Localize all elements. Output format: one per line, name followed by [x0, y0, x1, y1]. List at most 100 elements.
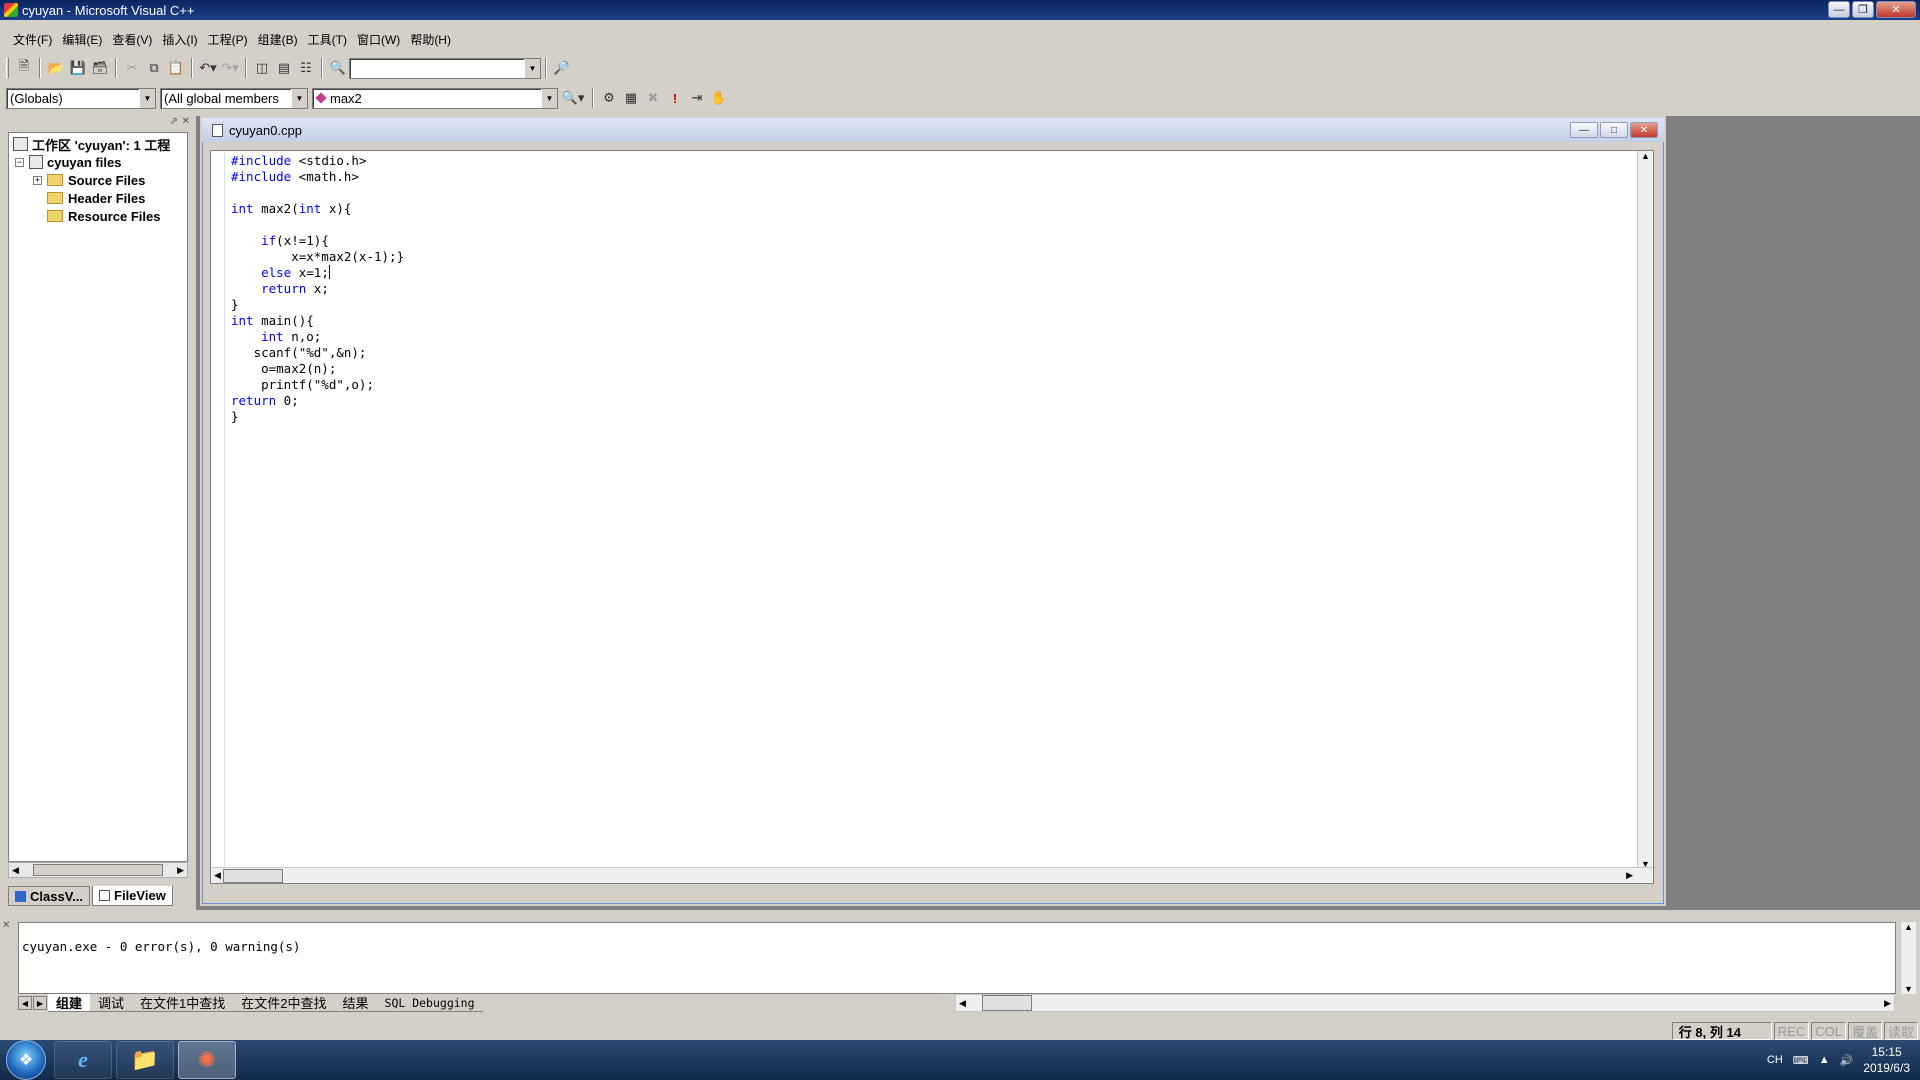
binoculars-icon[interactable]: 🔎: [551, 57, 573, 79]
chevron-down-icon[interactable]: ▼: [524, 58, 540, 78]
volume-icon[interactable]: 🔊: [1840, 1054, 1854, 1067]
expand-icon[interactable]: +: [33, 175, 42, 185]
menu-tools[interactable]: 工具(T): [303, 29, 352, 50]
editor-horizontal-scrollbar[interactable]: ◀ ▶: [211, 867, 1653, 883]
tree-folder-resource[interactable]: Resource Files: [47, 207, 161, 225]
chevron-down-icon[interactable]: ▼: [291, 88, 307, 108]
code-line[interactable]: if(x!=1){: [231, 233, 404, 249]
menu-insert[interactable]: 插入(I): [157, 29, 202, 50]
window-list-icon[interactable]: ☷: [295, 57, 317, 79]
tab-build[interactable]: 组建: [48, 994, 91, 1012]
minimize-button[interactable]: —: [1828, 1, 1850, 18]
output-vertical-scrollbar[interactable]: ▲ ▼: [1900, 922, 1916, 994]
chevron-down-icon[interactable]: ▼: [139, 88, 155, 108]
scroll-up-icon[interactable]: ▲: [1904, 922, 1913, 932]
code-line[interactable]: return x;: [231, 281, 404, 297]
save-icon[interactable]: 💾: [67, 57, 89, 79]
clock[interactable]: 15:15 2019/6/3: [1863, 1044, 1910, 1076]
code-editor[interactable]: #include <stdio.h> #include <math.h> int …: [210, 150, 1654, 884]
scroll-thumb[interactable]: [33, 864, 163, 876]
filter-combobox[interactable]: (All global members ▼: [160, 87, 308, 109]
code-line[interactable]: else x=1;: [231, 265, 404, 281]
member-combobox[interactable]: max2 ▼: [312, 87, 558, 109]
menu-edit[interactable]: 编辑(E): [57, 29, 107, 50]
scroll-right-icon[interactable]: ▶: [177, 865, 184, 876]
code-line[interactable]: int max2(int x){: [231, 201, 404, 217]
scroll-left-icon[interactable]: ◀: [959, 998, 966, 1009]
tree-project[interactable]: − cyuyan files: [15, 153, 121, 171]
menu-build[interactable]: 组建(B): [253, 29, 303, 50]
scroll-left-icon[interactable]: ◀: [12, 865, 19, 876]
menu-window[interactable]: 窗口(W): [352, 29, 405, 50]
file-explorer-icon[interactable]: 📁: [116, 1041, 174, 1079]
tray-expand-icon[interactable]: ▲: [1819, 1054, 1830, 1066]
tab-sql-debugging[interactable]: SQL Debugging: [376, 994, 483, 1012]
tab-scroll-left-icon[interactable]: ◀: [18, 996, 32, 1010]
code-area[interactable]: #include <stdio.h> #include <math.h> int …: [231, 153, 404, 425]
scroll-right-icon[interactable]: ▶: [1884, 998, 1891, 1009]
workspace-window-icon[interactable]: ◫: [251, 57, 273, 79]
redo-icon[interactable]: ↷▾: [219, 57, 241, 79]
tab-fileview[interactable]: FileView: [92, 886, 173, 906]
tree-folder-source[interactable]: + Source Files: [33, 171, 145, 189]
new-file-icon[interactable]: 🗎: [13, 57, 35, 79]
toolbar-grip[interactable]: [6, 58, 9, 78]
collapse-icon[interactable]: −: [15, 157, 24, 167]
code-line[interactable]: }: [231, 409, 404, 425]
find-combobox[interactable]: ▼: [349, 57, 541, 79]
maximize-button[interactable]: □: [1600, 122, 1628, 138]
code-line[interactable]: printf("%d",o);: [231, 377, 404, 393]
tab-results[interactable]: 结果: [334, 994, 377, 1012]
code-line[interactable]: [231, 185, 404, 201]
open-folder-icon[interactable]: 📂: [45, 57, 67, 79]
scroll-up-icon[interactable]: ▲: [1641, 151, 1650, 161]
dock-icon[interactable]: ⇗: [170, 116, 178, 127]
close-button[interactable]: ✕: [1876, 1, 1916, 18]
copy-icon[interactable]: ⧉: [143, 57, 165, 79]
scroll-thumb[interactable]: [981, 995, 1032, 1011]
code-line[interactable]: scanf("%d",&n);: [231, 345, 404, 361]
tab-debug[interactable]: 调试: [90, 994, 133, 1012]
tab-classview[interactable]: ClassV...: [8, 886, 91, 906]
code-line[interactable]: #include <stdio.h>: [231, 153, 404, 169]
minimize-button[interactable]: —: [1570, 122, 1598, 138]
go-icon[interactable]: ⇥: [686, 87, 708, 109]
menu-help[interactable]: 帮助(H): [405, 29, 456, 50]
menu-project[interactable]: 工程(P): [203, 29, 253, 50]
code-line[interactable]: int main(){: [231, 313, 404, 329]
code-line[interactable]: [231, 217, 404, 233]
editor-gutter[interactable]: [211, 151, 225, 883]
tab-find-in-files-2[interactable]: 在文件2中查找: [233, 994, 335, 1012]
build-icon[interactable]: ▦: [620, 87, 642, 109]
keyboard-icon[interactable]: ⌨: [1793, 1054, 1809, 1067]
code-line[interactable]: o=max2(n);: [231, 361, 404, 377]
visual-cpp-taskbar-icon[interactable]: ✺: [178, 1041, 236, 1079]
code-line[interactable]: x=x*max2(x-1);}: [231, 249, 404, 265]
close-icon[interactable]: ✕: [182, 116, 190, 127]
code-line[interactable]: int n,o;: [231, 329, 404, 345]
wizard-action-icon[interactable]: 🔍▾: [558, 87, 588, 109]
tab-scroll-right-icon[interactable]: ▶: [33, 996, 47, 1010]
editor-vertical-scrollbar[interactable]: ▲ ▼: [1637, 151, 1653, 869]
restore-button[interactable]: ❐: [1852, 1, 1874, 18]
output-window-icon[interactable]: ▤: [273, 57, 295, 79]
output-text[interactable]: cyuyan.exe - 0 error(s), 0 warning(s): [18, 922, 1896, 994]
code-line[interactable]: #include <math.h>: [231, 169, 404, 185]
code-line[interactable]: }: [231, 297, 404, 313]
close-button[interactable]: ✕: [1630, 122, 1658, 138]
start-button[interactable]: ❖: [6, 1040, 46, 1080]
stop-build-icon[interactable]: ✖: [642, 87, 664, 109]
close-icon[interactable]: ✕: [2, 920, 14, 931]
scroll-left-icon[interactable]: ◀: [214, 870, 221, 881]
tree-folder-header[interactable]: Header Files: [47, 189, 145, 207]
chevron-down-icon[interactable]: ▼: [541, 88, 557, 108]
cut-icon[interactable]: ✂: [121, 57, 143, 79]
compile-icon[interactable]: ⚙: [598, 87, 620, 109]
undo-icon[interactable]: ↶▾: [197, 57, 219, 79]
save-all-icon[interactable]: 🗃: [89, 57, 111, 79]
tab-find-in-files-1[interactable]: 在文件1中查找: [132, 994, 234, 1012]
scroll-down-icon[interactable]: ▼: [1904, 984, 1913, 994]
find-in-files-icon[interactable]: 🔍: [327, 57, 349, 79]
scroll-right-icon[interactable]: ▶: [1626, 870, 1633, 881]
menu-view[interactable]: 查看(V): [107, 29, 157, 50]
